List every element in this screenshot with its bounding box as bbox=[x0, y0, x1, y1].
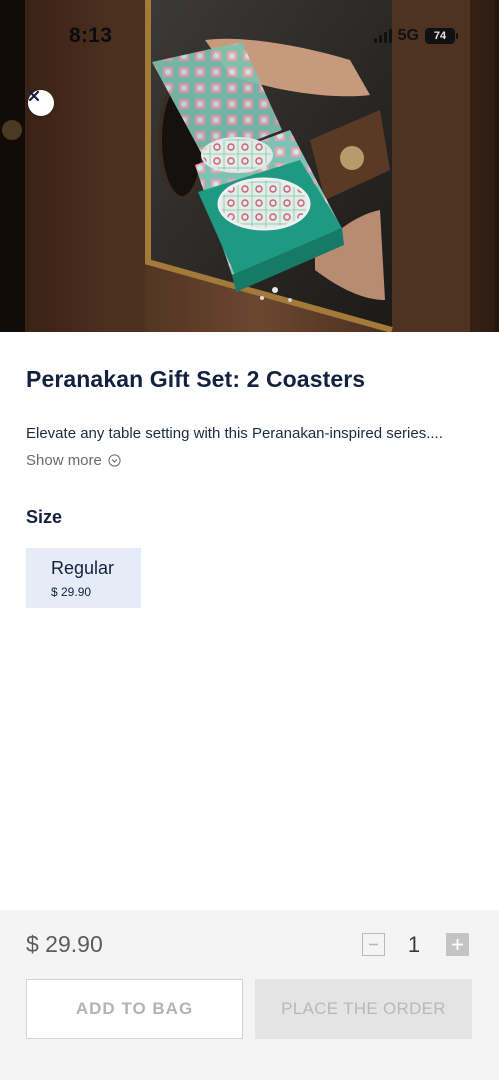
close-button[interactable] bbox=[28, 90, 54, 116]
minus-icon bbox=[369, 943, 378, 946]
chevron-down-circle-icon bbox=[108, 454, 121, 467]
size-option-regular[interactable]: Regular $ 29.90 bbox=[26, 548, 141, 608]
status-bar: 8:13 5G 74 bbox=[0, 0, 499, 74]
plus-icon bbox=[452, 939, 463, 950]
quantity-value: 1 bbox=[407, 932, 421, 957]
place-order-button[interactable]: PLACE THE ORDER bbox=[255, 979, 472, 1039]
signal-icon bbox=[373, 29, 392, 43]
product-title: Peranakan Gift Set: 2 Coasters bbox=[26, 366, 366, 392]
product-description: Elevate any table setting with this Pera… bbox=[26, 425, 443, 442]
cart-bar: $ 29.90 1 ADD TO BAG PLACE THE ORDER bbox=[0, 910, 499, 1080]
quantity-decrement-button[interactable] bbox=[362, 933, 385, 956]
product-image: 8:13 5G 74 bbox=[0, 0, 499, 332]
total-price: $ 29.90 bbox=[26, 931, 103, 957]
close-icon bbox=[28, 90, 40, 102]
size-heading: Size bbox=[26, 507, 63, 527]
show-more-link[interactable]: Show more bbox=[26, 452, 121, 469]
add-to-bag-button[interactable]: ADD TO BAG bbox=[26, 979, 243, 1039]
status-indicators: 5G 74 bbox=[373, 27, 458, 45]
size-option-name: Regular bbox=[51, 558, 115, 578]
battery-icon: 74 bbox=[425, 28, 458, 44]
network-label: 5G bbox=[397, 27, 419, 44]
size-option-price: $ 29.90 bbox=[51, 585, 92, 599]
quantity-increment-button[interactable] bbox=[446, 933, 469, 956]
show-more-label: Show more bbox=[26, 452, 102, 469]
status-time: 8:13 bbox=[69, 24, 113, 47]
